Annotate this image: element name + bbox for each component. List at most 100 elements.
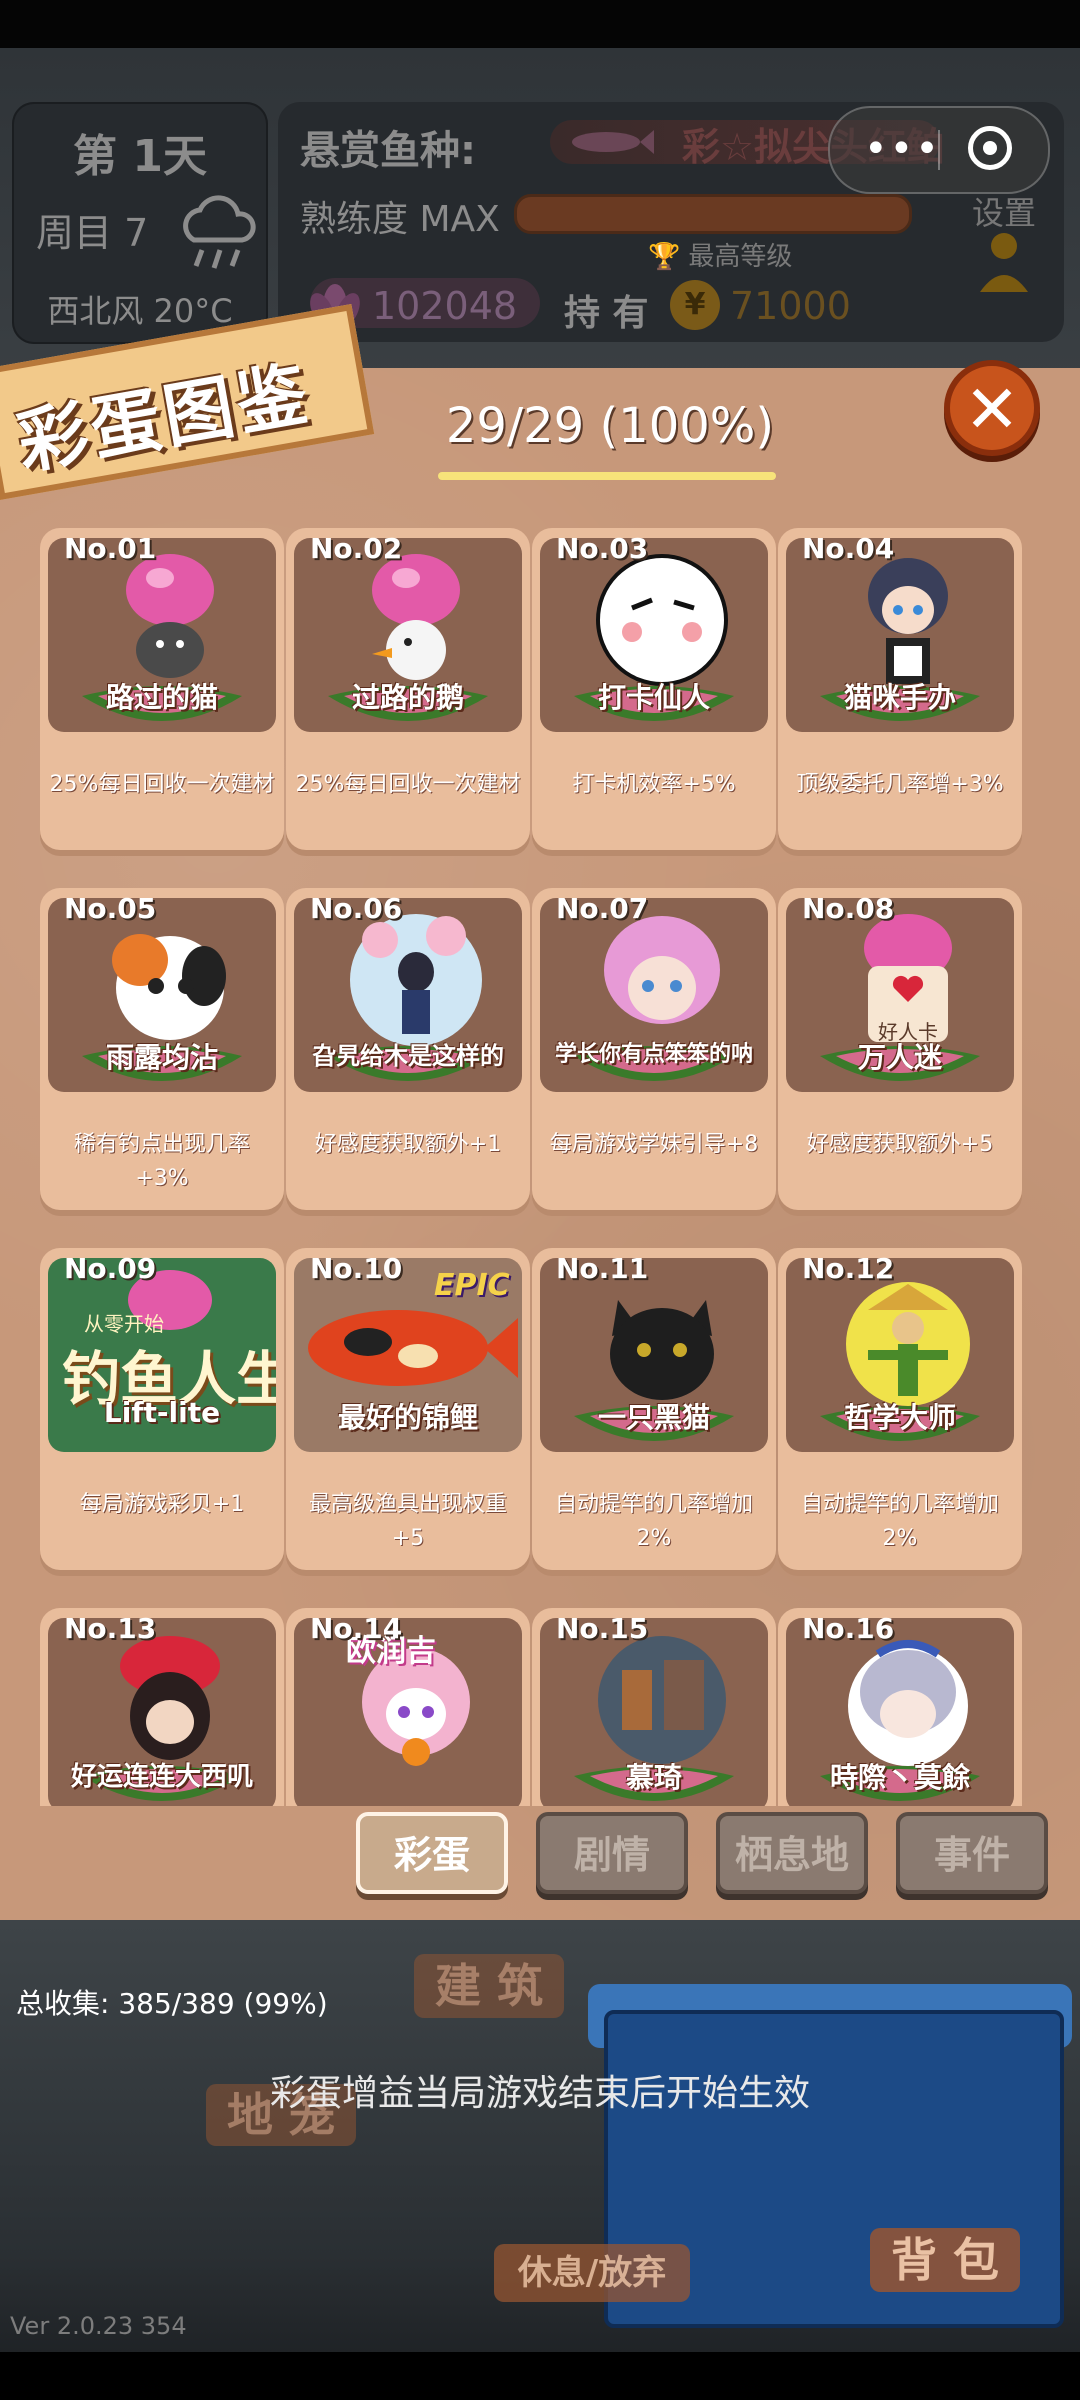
card-number: No.04 — [802, 532, 895, 565]
tab-easter-eggs[interactable]: 彩蛋 — [356, 1812, 508, 1894]
koi-fish-icon — [308, 1310, 518, 1386]
card-name: 一只黑猫 — [597, 1401, 710, 1434]
close-icon: ✕ — [964, 371, 1020, 448]
card10-epic: EPIC — [434, 1268, 510, 1303]
weather-rain-icon — [183, 195, 256, 269]
progress-underline — [438, 472, 776, 480]
effect-note: 彩蛋增益当局游戏结束后开始生效 — [269, 2073, 810, 2114]
egg-card-10[interactable]: EPIC No.10 最好的锦鲤 最高级渔具出现权重+5 — [286, 1248, 530, 1570]
proficiency-label: 熟练度 MAX — [300, 199, 500, 240]
coin-icon: ¥ — [670, 280, 720, 330]
hold-label: 持 有 — [564, 293, 649, 334]
card-name: 雨露均沾 — [105, 1041, 218, 1074]
card-number: No.06 — [310, 892, 403, 925]
card-name: 慕琦 — [625, 1761, 682, 1794]
card-name: 哲学大师 — [843, 1401, 956, 1434]
card-name: 時際丶莫餘 — [829, 1761, 970, 1794]
more-icon[interactable]: ••• — [864, 126, 941, 172]
egg-card-12[interactable]: No.12 哲学大师 自动提竿的几率增加2% — [778, 1248, 1022, 1570]
version-label: Ver 2.0.23 354 — [10, 2312, 187, 2340]
egg-card-06[interactable]: No.06 旮旯给木是这样的 好感度获取额外+1 — [286, 888, 530, 1210]
card-name: 学长你有点笨笨的呐 — [554, 1042, 753, 1067]
card-number: No.08 — [802, 892, 895, 925]
egg-card-04[interactable]: No.04 猫咪手办 顶级委托几率增+3% — [778, 528, 1022, 850]
target-icon[interactable] — [968, 126, 1012, 170]
card-name: 旮旯给木是这样的 — [312, 1042, 504, 1070]
card-image: 欧润吉 — [294, 1618, 522, 1806]
card-number: No.15 — [556, 1612, 649, 1645]
card-number: No.01 — [64, 532, 157, 565]
card-desc: 25%每日回收一次建材 — [49, 772, 275, 797]
proficiency-bar — [514, 194, 912, 234]
card-number: No.12 — [802, 1252, 895, 1285]
card-desc: 好感度获取额外+1 — [314, 1132, 502, 1157]
card-name: 好运连连大西叽 — [70, 1762, 253, 1792]
day-label: 第 1天 — [73, 131, 207, 182]
bounty-label: 悬赏鱼种: — [300, 128, 476, 174]
proficiency-sub-text: 最高等级 — [688, 242, 793, 272]
card-number: No.03 — [556, 532, 649, 565]
card-desc: 顶级委托几率增+3% — [796, 772, 1004, 797]
egg-card-09[interactable]: 从零开始 钓鱼人生 No.09 Lift-lite 每局游戏彩贝+1 — [40, 1248, 284, 1570]
coin-value: 71000 — [730, 284, 851, 328]
collection-progress: 29/29 (100%) — [445, 398, 775, 454]
card-name: 猫咪手办 — [843, 681, 956, 714]
tab-habitat[interactable]: 栖息地 — [716, 1812, 868, 1894]
card-desc: 最高级渔具出现权重+5 — [308, 1492, 507, 1551]
card-name: 打卡仙人 — [597, 681, 710, 714]
trophy-icon: 🏆 — [648, 242, 681, 272]
egg-card-08[interactable]: 好人卡 No.08 万人迷 好感度获取额外+5 — [778, 888, 1022, 1210]
egg-card-01[interactable]: No.01 路过的猫 25%每日回收一次建材 — [40, 528, 284, 850]
navigation-bar — [0, 2352, 1080, 2400]
system-status-bar — [0, 0, 1080, 48]
settings-label[interactable]: 设置 — [972, 188, 1036, 234]
build-button[interactable]: 建 筑 — [414, 1954, 564, 2018]
close-button[interactable]: ✕ — [944, 360, 1040, 456]
card-number: No.02 — [310, 532, 403, 565]
egg-card-03[interactable]: No.03 打卡仙人 打卡机效率+5% — [532, 528, 776, 850]
total-collection: 总收集: 385/389 (99%) — [16, 1987, 328, 2020]
lotus-value: 102048 — [372, 284, 518, 328]
capsule-divider — [938, 130, 940, 170]
card-number: No.09 — [64, 1252, 157, 1285]
egg-card-16[interactable]: No.16 時際丶莫餘 — [778, 1608, 1022, 1806]
card-number: No.11 — [556, 1252, 649, 1285]
card-desc: 自动提竿的几率增加2% — [800, 1492, 999, 1551]
card-desc: 每局游戏学妹引导+8 — [549, 1132, 759, 1157]
egg-card-14[interactable]: 欧润吉 No.14 — [286, 1608, 530, 1806]
card-name: Lift-lite — [103, 1396, 221, 1429]
card-name: 过路的鹅 — [351, 681, 464, 714]
card-name: 最好的锦鲤 — [337, 1401, 478, 1434]
card-desc: 自动提竿的几率增加2% — [554, 1492, 753, 1551]
card-desc: 25%每日回收一次建材 — [295, 772, 521, 797]
card-name: 万人迷 — [857, 1041, 942, 1074]
user-icon[interactable] — [978, 230, 1030, 294]
egg-card-05[interactable]: No.05 雨露均沾 稀有钓点出现几率+3% — [40, 888, 284, 1210]
cycle-label: 周目 7 — [36, 211, 149, 255]
card-number: No.05 — [64, 892, 157, 925]
card-name: 路过的猫 — [105, 681, 218, 714]
card-desc: 好感度获取额外+5 — [806, 1132, 994, 1157]
card-number: No.14 — [310, 1612, 403, 1645]
miniprogram-capsule: ••• — [828, 106, 1050, 194]
egg-card-13[interactable]: No.13 好运连连大西叽 — [40, 1608, 284, 1806]
day-card: 第 1天 周目 7 西北风 20°C — [12, 102, 268, 344]
proficiency-sub: 🏆 最高等级 — [648, 236, 792, 273]
card-desc: 打卡机效率+5% — [572, 772, 736, 797]
tab-story[interactable]: 剧情 — [536, 1812, 688, 1894]
card-number: No.07 — [556, 892, 649, 925]
egg-card-15[interactable]: No.15 慕琦 — [532, 1608, 776, 1806]
card-number: No.10 — [310, 1252, 403, 1285]
rest-give-up-button[interactable]: 休息/放弃 — [494, 2244, 690, 2302]
card-number: No.13 — [64, 1612, 157, 1645]
fish-icon — [572, 130, 654, 154]
card-number: No.16 — [802, 1612, 895, 1645]
egg-card-07[interactable]: No.07 学长你有点笨笨的呐 每局游戏学妹引导+8 — [532, 888, 776, 1210]
egg-grid[interactable]: No.01 路过的猫 25%每日回收一次建材 No.02 过路的鹅 25%每日回… — [38, 520, 1042, 1806]
egg-card-11[interactable]: No.11 一只黑猫 自动提竿的几率增加2% — [532, 1248, 776, 1570]
card-desc: 稀有钓点出现几率+3% — [73, 1132, 250, 1191]
card-desc: 每局游戏彩贝+1 — [79, 1492, 245, 1517]
bag-button[interactable]: 背 包 — [870, 2228, 1020, 2292]
egg-card-02[interactable]: No.02 过路的鹅 25%每日回收一次建材 — [286, 528, 530, 850]
tab-events[interactable]: 事件 — [896, 1812, 1048, 1894]
